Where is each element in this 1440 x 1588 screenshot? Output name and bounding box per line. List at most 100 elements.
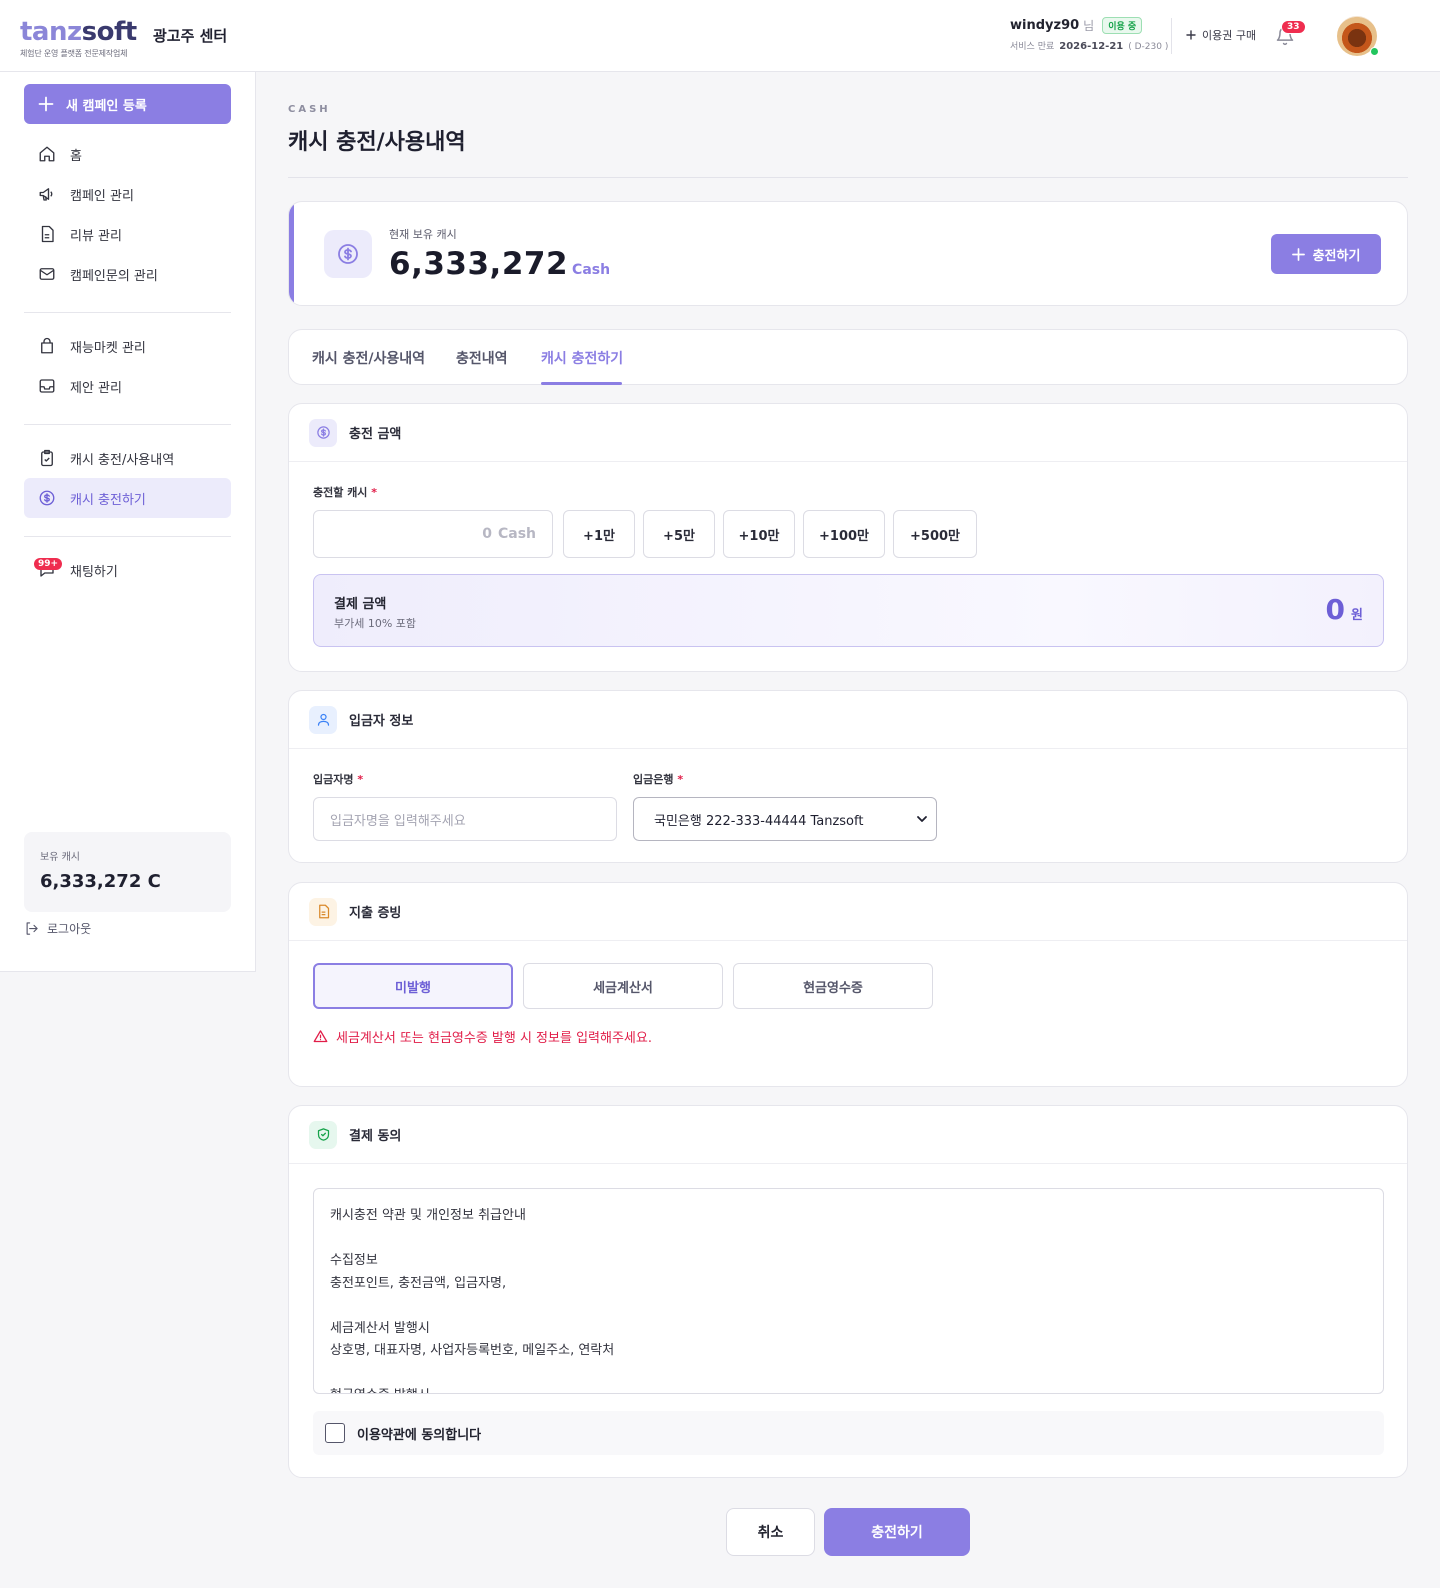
charge-amount-input[interactable]: 0 Cash <box>313 510 553 558</box>
new-campaign-button[interactable]: 새 캠페인 등록 <box>24 84 231 124</box>
home-icon <box>38 145 56 163</box>
sidebar-item-talent-market[interactable]: 재능마켓 관리 <box>24 326 231 366</box>
proof-option-tax-invoice[interactable]: 세금계산서 <box>523 963 723 1009</box>
header-divider <box>1171 18 1172 54</box>
shield-check-icon <box>309 1120 337 1149</box>
deposit-bank-selected: 국민은행 222-333-44444 Tanzsoft <box>654 813 864 829</box>
sidebar-item-campaign-inquiries[interactable]: 캠페인문의 관리 <box>24 254 231 294</box>
section-title: 충전 금액 <box>349 427 402 442</box>
logo-tagline: 체험단 운영 플랫폼 전문제작업체 <box>20 49 128 58</box>
submit-charge-button[interactable]: 충전하기 <box>824 1508 970 1556</box>
sidebar-item-home[interactable]: 홈 <box>24 134 231 174</box>
buy-subscription-label: 이용권 구매 <box>1202 29 1257 42</box>
terms-agree-checkbox[interactable] <box>325 1423 345 1443</box>
depositor-info-section: 입금자 정보 입금자명 * 입금자명을 입력해주세요 입금은행 * 국민은행 2… <box>288 690 1408 863</box>
quick-add-10k-button[interactable]: +1만 <box>563 510 635 558</box>
notification-badge: 33 <box>1281 20 1306 34</box>
new-campaign-label: 새 캠페인 등록 <box>66 98 147 114</box>
sidebar: 새 캠페인 등록 홈 캠페인 관리 리뷰 관리 캠페인문의 관리 재능마켓 관리… <box>0 72 256 972</box>
logo-text-part2: soft <box>81 17 138 47</box>
terms-textarea[interactable]: 캐시충전 약관 및 개인정보 취급안내 수집정보 충전포인트, 충전금액, 입금… <box>313 1188 1384 1394</box>
sidebar-divider <box>24 424 231 425</box>
logo-text-part1: tanz <box>20 17 82 47</box>
cancel-button[interactable]: 취소 <box>726 1508 815 1556</box>
tab-charge-history[interactable]: 충전내역 <box>456 348 508 368</box>
proof-option-none[interactable]: 미발행 <box>313 963 513 1009</box>
dollar-circle-icon <box>38 489 56 507</box>
proof-warning: 세금계산서 또는 현금영수증 발행 시 정보를 입력해주세요. <box>313 1027 652 1046</box>
section-header: 결제 동의 <box>289 1106 1407 1164</box>
sidebar-item-label: 캠페인 관리 <box>70 188 134 204</box>
payment-vat-note: 부가세 10% 포함 <box>334 617 417 630</box>
expense-proof-section: 지출 증빙 미발행 세금계산서 현금영수증 세금계산서 또는 현금영수증 발행 … <box>288 882 1408 1087</box>
logout-label: 로그아웃 <box>47 922 92 936</box>
terms-agree-label[interactable]: 이용약관에 동의합니다 <box>357 1424 481 1443</box>
cash-balance-unit: Cash <box>572 262 611 278</box>
section-header: 지출 증빙 <box>289 883 1407 941</box>
page-divider <box>288 177 1408 178</box>
tanzsoft-logo[interactable]: tanzsoft 체험단 운영 플랫폼 전문제작업체 <box>20 18 137 59</box>
payment-agreement-section: 결제 동의 캐시충전 약관 및 개인정보 취급안내 수집정보 충전포인트, 충전… <box>288 1105 1408 1478</box>
terms-agree-row[interactable]: 이용약관에 동의합니다 <box>313 1411 1384 1455</box>
cash-balance-card: 현재 보유 캐시 6,333,272 Cash 충전하기 <box>288 201 1408 306</box>
document-icon <box>309 897 337 926</box>
terms-line: 현금영수증 발행시 <box>330 1385 1367 1393</box>
service-label: 서비스 만료 <box>1010 42 1055 52</box>
sidebar-item-cash-charge[interactable]: 캐시 충전하기 <box>24 478 231 518</box>
deposit-bank-select[interactable]: 국민은행 222-333-44444 Tanzsoft <box>633 797 937 841</box>
quick-add-100k-button[interactable]: +10만 <box>723 510 795 558</box>
dollar-circle-icon <box>309 418 337 447</box>
sidebar-item-cash-history[interactable]: 캐시 충전/사용내역 <box>24 438 231 478</box>
sidebar-cash-label: 보유 캐시 <box>40 852 80 863</box>
page-kicker: CASH <box>288 104 331 115</box>
chevron-down-icon <box>916 813 928 825</box>
deposit-bank-label: 입금은행 * <box>633 771 683 787</box>
charge-amount-unit: Cash <box>497 526 536 542</box>
sidebar-item-proposals[interactable]: 제안 관리 <box>24 366 231 406</box>
sidebar-item-campaigns[interactable]: 캠페인 관리 <box>24 174 231 214</box>
charge-amount-label-text: 충전할 캐시 <box>313 486 368 499</box>
document-icon <box>38 225 56 243</box>
depositor-name-label-text: 입금자명 <box>313 773 354 786</box>
quick-add-50k-button[interactable]: +5만 <box>643 510 715 558</box>
cash-balance-value: 6,333,272 <box>389 246 569 282</box>
quick-add-1m-button[interactable]: +100만 <box>803 510 885 558</box>
required-mark: * <box>357 773 364 786</box>
sidebar-item-reviews[interactable]: 리뷰 관리 <box>24 214 231 254</box>
sidebar-item-label: 캠페인문의 관리 <box>70 268 158 284</box>
sidebar-cash-value: 6,333,272 C <box>40 871 161 892</box>
active-tab-indicator <box>541 382 622 385</box>
sidebar-item-label: 리뷰 관리 <box>70 228 122 244</box>
user-suffix: 님 <box>1083 19 1095 33</box>
section-header: 충전 금액 <box>289 404 1407 462</box>
plus-icon <box>1291 247 1305 261</box>
logout-icon <box>24 921 39 936</box>
terms-line: 캐시충전 약관 및 개인정보 취급안내 <box>330 1208 526 1223</box>
user-info: windyz90 님 이용 중 서비스 만료 2026-12-21 ( D-23… <box>1010 17 1168 52</box>
online-status-dot <box>1370 47 1379 56</box>
terms-line <box>330 1363 1367 1386</box>
sidebar-divider <box>24 312 231 313</box>
megaphone-icon <box>38 185 56 203</box>
cash-balance-label: 현재 보유 캐시 <box>389 228 457 241</box>
charge-amount-label: 충전할 캐시 * <box>313 484 377 500</box>
chat-unread-badge: 99+ <box>34 558 63 570</box>
sidebar-item-chat[interactable]: 채팅하기 <box>24 550 231 590</box>
logout-button[interactable]: 로그아웃 <box>24 920 91 937</box>
charge-button[interactable]: 충전하기 <box>1271 234 1381 274</box>
depositor-name-label: 입금자명 * <box>313 771 363 787</box>
buy-subscription-button[interactable]: 이용권 구매 <box>1186 27 1256 43</box>
terms-line: 세금계산서 발행시 <box>330 1320 430 1336</box>
proof-warning-text: 세금계산서 또는 현금영수증 발행 시 정보를 입력해주세요. <box>336 1031 652 1046</box>
section-title: 입금자 정보 <box>349 714 414 729</box>
tab-cash-charge[interactable]: 캐시 충전하기 <box>541 348 623 368</box>
user-icon <box>309 705 337 734</box>
tab-cash-history[interactable]: 캐시 충전/사용내역 <box>312 348 425 368</box>
terms-line: 수집정보 <box>330 1253 378 1268</box>
mail-icon <box>38 265 56 283</box>
payment-amount-value: 0 <box>1325 593 1346 626</box>
quick-add-5m-button[interactable]: +500만 <box>893 510 977 558</box>
proof-option-cash-receipt[interactable]: 현금영수증 <box>733 963 933 1009</box>
sidebar-cash-summary: 보유 캐시 6,333,272 C <box>24 832 231 912</box>
depositor-name-input[interactable]: 입금자명을 입력해주세요 <box>313 797 617 841</box>
